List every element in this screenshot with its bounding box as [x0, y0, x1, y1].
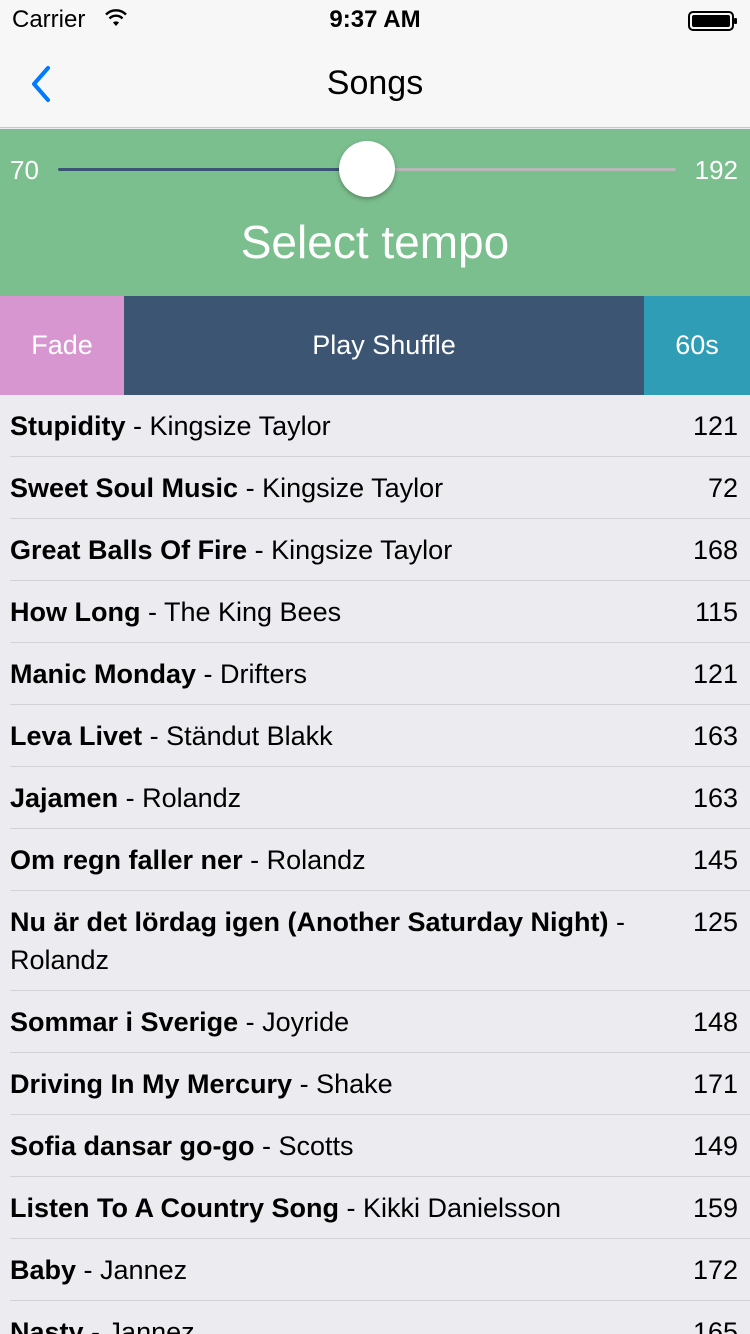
song-title: Nu är det lördag igen (Another Saturday …	[10, 907, 609, 937]
song-tempo: 121	[692, 659, 738, 689]
song-artist: Kingsize Taylor	[149, 411, 331, 441]
song-tempo: 171	[692, 1069, 738, 1099]
song-separator: -	[247, 535, 272, 565]
song-artist: Kikki Danielsson	[362, 1193, 562, 1223]
song-tempo: 159	[692, 1193, 738, 1223]
song-tempo: 172	[692, 1255, 738, 1285]
song-separator: -	[118, 783, 143, 813]
song-artist: Drifters	[220, 659, 308, 689]
page-title: Songs	[326, 64, 424, 102]
song-separator: -	[254, 1131, 279, 1161]
song-artist: Joyride	[262, 1007, 350, 1037]
song-title: Sommar i Sverige	[10, 1007, 239, 1037]
song-separator: -	[125, 411, 150, 441]
song-row[interactable]: Listen To A Country Song - Kikki Daniels…	[0, 1177, 750, 1239]
song-title: Baby	[10, 1255, 77, 1285]
tempo-max-label: 192	[694, 155, 738, 185]
song-separator: -	[338, 1193, 363, 1223]
status-time: 9:37 AM	[329, 6, 421, 33]
song-title: Stupidity	[10, 411, 126, 441]
fade-button[interactable]: Fade	[0, 296, 124, 395]
song-row[interactable]: Stupidity - Kingsize Taylor 121	[0, 395, 750, 457]
duration-button[interactable]: 60s	[644, 296, 750, 395]
action-bar: Fade Play Shuffle 60s	[0, 296, 750, 395]
song-separator: -	[238, 473, 263, 503]
song-artist: Kingsize Taylor	[262, 473, 444, 503]
song-artist: Kingsize Taylor	[271, 535, 453, 565]
song-tempo: 72	[707, 473, 738, 503]
song-separator: -	[242, 845, 267, 875]
song-artist: Scotts	[278, 1131, 354, 1161]
play-shuffle-button[interactable]: Play Shuffle	[124, 296, 644, 395]
song-row[interactable]: Sofia dansar go-go - Scotts 149	[0, 1115, 750, 1177]
song-row[interactable]: Great Balls Of Fire - Kingsize Taylor 168	[0, 519, 750, 581]
song-title: Sofia dansar go-go	[10, 1131, 255, 1161]
song-artist: Jannez	[100, 1255, 188, 1285]
song-title: Great Balls Of Fire	[10, 535, 248, 565]
song-separator: -	[142, 721, 167, 751]
song-separator: -	[608, 907, 626, 937]
navigation-bar: Songs	[0, 40, 750, 128]
tempo-min-label: 70	[10, 155, 39, 185]
tempo-panel: 70 192 Select tempo	[0, 129, 750, 296]
song-title: Listen To A Country Song	[10, 1193, 339, 1223]
song-row[interactable]: Om regn faller ner - Rolandz 145	[0, 829, 750, 891]
song-separator: -	[292, 1069, 317, 1099]
status-bar: Carrier 9:37 AM	[0, 0, 750, 40]
song-tempo: 165	[692, 1317, 738, 1334]
song-tempo: 115	[694, 597, 738, 627]
song-artist: Rolandz	[10, 945, 110, 975]
song-tempo: 149	[692, 1131, 738, 1161]
song-row[interactable]: Manic Monday - Drifters 121	[0, 643, 750, 705]
song-title: How Long	[10, 597, 141, 627]
song-tempo: 163	[692, 783, 738, 813]
song-row[interactable]: Nu är det lördag igen (Another Saturday …	[0, 891, 750, 991]
song-title: Leva Livet	[10, 721, 143, 751]
battery-icon	[688, 11, 737, 31]
song-row[interactable]: Driving In My Mercury - Shake 171	[0, 1053, 750, 1115]
song-artist: The King Bees	[163, 597, 342, 627]
song-tempo: 163	[692, 721, 738, 751]
select-tempo-label: Select tempo	[240, 216, 510, 268]
song-row[interactable]: Nasty - Jannez 165	[0, 1301, 750, 1334]
song-separator: -	[140, 597, 164, 627]
song-title: Manic Monday	[10, 659, 197, 689]
song-list: Stupidity - Kingsize Taylor 121 Sweet Soul…	[0, 395, 750, 1334]
song-row[interactable]: How Long - The King Bees 115	[0, 581, 750, 643]
song-artist: Ständut Blakk	[166, 721, 333, 751]
song-title: Jajamen	[10, 783, 119, 813]
song-tempo: 121	[692, 411, 738, 441]
song-title: Sweet Soul Music	[10, 473, 239, 503]
song-artist: Jannez	[107, 1317, 195, 1334]
song-artist: Rolandz	[266, 845, 366, 875]
song-tempo: 148	[692, 1007, 738, 1037]
song-separator: -	[196, 659, 221, 689]
song-tempo: 145	[692, 845, 738, 875]
song-tempo: 125	[692, 907, 738, 937]
song-title: Driving In My Mercury	[10, 1069, 293, 1099]
tempo-slider[interactable]	[58, 141, 676, 197]
song-row[interactable]: Sweet Soul Music - Kingsize Taylor 72	[0, 457, 750, 519]
song-row[interactable]: Sommar i Sverige - Joyride 148	[0, 991, 750, 1053]
slider-track-fill	[58, 168, 367, 171]
song-row[interactable]: Baby - Jannez 172	[0, 1239, 750, 1301]
song-row[interactable]: Leva Livet - Ständut Blakk 163	[0, 705, 750, 767]
song-separator: -	[238, 1007, 263, 1037]
song-separator: -	[83, 1317, 108, 1334]
song-artist: Rolandz	[142, 783, 242, 813]
slider-thumb[interactable]	[339, 141, 395, 197]
song-artist: Shake	[316, 1069, 393, 1099]
song-tempo: 168	[692, 535, 738, 565]
song-title: Nasty	[10, 1317, 84, 1334]
song-title: Om regn faller ner	[10, 845, 243, 875]
song-row[interactable]: Jajamen - Rolandz 163	[0, 767, 750, 829]
song-separator: -	[76, 1255, 101, 1285]
